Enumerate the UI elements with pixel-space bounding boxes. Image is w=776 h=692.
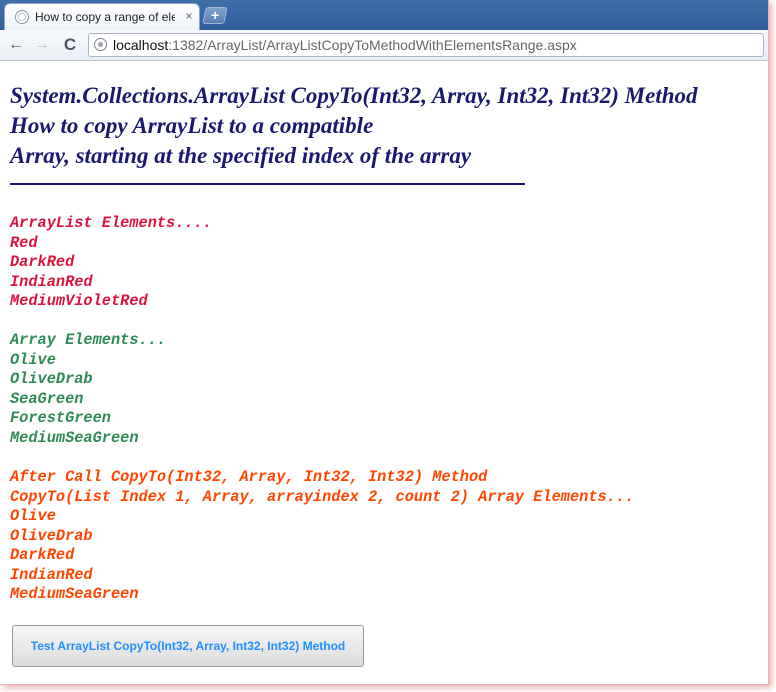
browser-window: How to copy a range of ele × + ← → C loc…: [0, 0, 769, 685]
list-item: DarkRed: [10, 253, 75, 271]
page-content: System.Collections.ArrayList CopyTo(Int3…: [0, 61, 768, 684]
tab-strip: How to copy a range of ele × +: [0, 0, 768, 30]
browser-tab[interactable]: How to copy a range of ele ×: [4, 3, 200, 30]
forward-arrow-icon[interactable]: →: [32, 35, 52, 55]
list-item: ForestGreen: [10, 409, 111, 427]
list-item: IndianRed: [10, 272, 93, 291]
new-tab-button[interactable]: +: [202, 7, 228, 24]
list-item: MediumSeaGreen: [10, 428, 139, 447]
heading-line: System.Collections.ArrayList CopyTo(Int3…: [10, 83, 698, 108]
list-item: SeaGreen: [10, 389, 84, 408]
result-elements-list: After Call CopyTo(Int32, Array, Int32, I…: [10, 468, 634, 605]
section-subheader: CopyTo(List Index 1, Array, arrayindex 2…: [10, 487, 635, 506]
page-heading: System.Collections.ArrayList CopyTo(Int3…: [10, 81, 750, 171]
back-arrow-icon[interactable]: ←: [6, 35, 26, 55]
browser-toolbar: ← → C localhost:1382/ArrayList/ArrayList…: [0, 30, 768, 61]
page-favicon-icon: [15, 10, 29, 24]
list-item: Red: [10, 233, 38, 252]
section-header: ArrayList Elements....: [10, 214, 212, 232]
heading-line: Array, starting at the specified index o…: [10, 143, 472, 168]
url-host: localhost: [113, 37, 169, 53]
page-info-icon[interactable]: [94, 38, 107, 51]
url-text: localhost:1382/ArrayList/ArrayListCopyTo…: [113, 37, 577, 53]
reload-icon[interactable]: C: [60, 35, 80, 55]
list-item: MediumSeaGreen: [10, 585, 139, 603]
plus-icon: +: [211, 7, 220, 23]
heading-line: How to copy ArrayList to a compatible: [10, 113, 374, 138]
list-item: Olive: [10, 350, 56, 369]
list-item: OliveDrab: [10, 370, 93, 388]
array-elements-list: Array Elements... Olive OliveDrab SeaGre…: [10, 331, 166, 448]
tab-title: How to copy a range of ele: [35, 10, 175, 24]
address-bar[interactable]: localhost:1382/ArrayList/ArrayListCopyTo…: [88, 33, 764, 57]
list-item: IndianRed: [10, 565, 93, 584]
list-item: Olive: [10, 507, 56, 525]
list-item: MediumVioletRed: [10, 292, 148, 310]
test-copyto-button[interactable]: Test ArrayList CopyTo(Int32, Array, Int3…: [12, 625, 364, 667]
close-tab-icon[interactable]: ×: [183, 9, 195, 23]
arraylist-elements-list: ArrayList Elements.... Red DarkRed India…: [10, 214, 212, 312]
section-header: After Call CopyTo(Int32, Array, Int32, I…: [10, 468, 488, 486]
list-item: OliveDrab: [10, 526, 93, 545]
section-header: Array Elements...: [10, 331, 167, 349]
heading-underline: [10, 183, 525, 185]
list-item: DarkRed: [10, 546, 75, 564]
url-path: :1382/ArrayList/ArrayListCopyToMethodWit…: [168, 37, 577, 53]
